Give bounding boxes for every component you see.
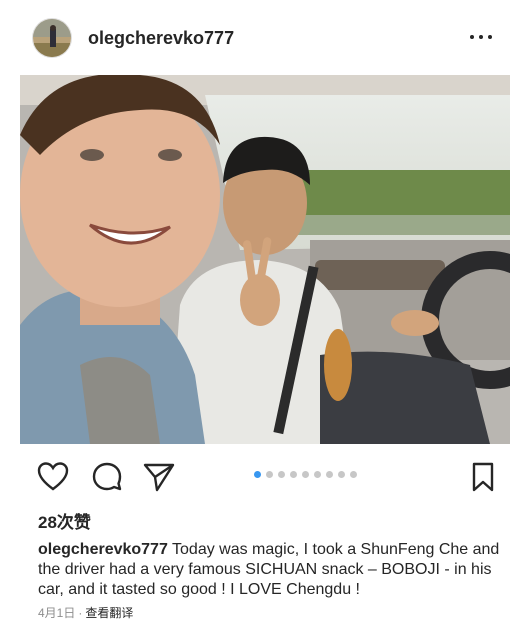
carousel-dot: [338, 471, 345, 478]
carousel-dot: [314, 471, 321, 478]
post-date: 4月1日: [38, 606, 76, 620]
carousel-dot: [302, 471, 309, 478]
username-link[interactable]: olegcherevko777: [88, 28, 234, 49]
more-dots-icon[interactable]: [470, 26, 492, 48]
carousel-dot: [290, 471, 297, 478]
carousel-dot: [350, 471, 357, 478]
heart-icon[interactable]: [36, 460, 70, 494]
carousel-dot: [278, 471, 285, 478]
translate-link[interactable]: 查看翻译: [85, 606, 133, 620]
meta-separator: ·: [78, 606, 83, 620]
post-photo[interactable]: [20, 75, 510, 444]
avatar[interactable]: [32, 18, 72, 58]
post-meta: 4月1日 · 查看翻译: [38, 604, 133, 621]
comment-icon[interactable]: [90, 460, 124, 494]
caption-username[interactable]: olegcherevko777: [38, 541, 168, 558]
carousel-dot: [326, 471, 333, 478]
send-icon[interactable]: [142, 460, 176, 494]
post-caption: olegcherevko777 Today was magic, I took …: [38, 540, 508, 600]
likes-count[interactable]: 28次赞: [38, 508, 91, 533]
post-header: olegcherevko777: [0, 0, 530, 75]
carousel-indicator: [254, 471, 357, 478]
bookmark-icon[interactable]: [466, 460, 500, 494]
carousel-dot: [254, 471, 261, 478]
carousel-dot: [266, 471, 273, 478]
